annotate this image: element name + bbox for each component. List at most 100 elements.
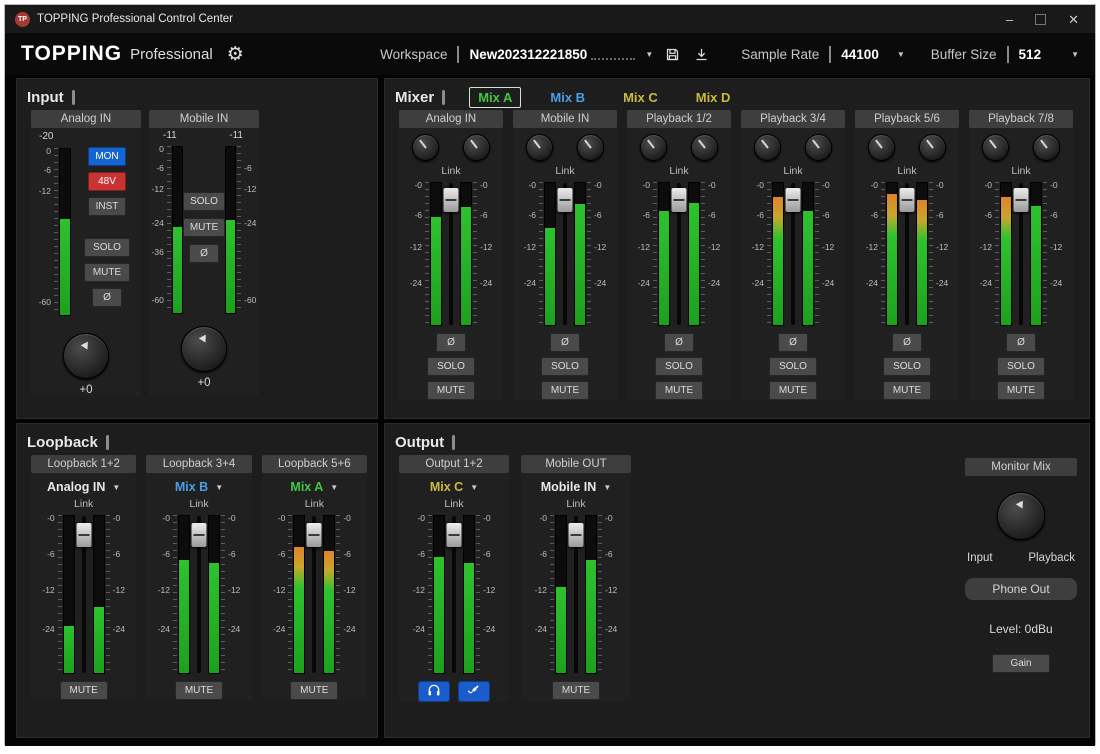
mute-button[interactable]: MUTE [541, 381, 589, 400]
send-knob-right[interactable] [805, 134, 832, 161]
mute-button[interactable]: MUTE [60, 681, 108, 700]
inst-button[interactable]: INST [88, 197, 126, 216]
source-select[interactable]: Analog IN▼ [31, 480, 136, 494]
mute-button[interactable]: MUTE [427, 381, 475, 400]
mute-button[interactable]: MUTE [883, 381, 931, 400]
phase-button[interactable]: Ø [92, 288, 122, 307]
meter-ticks [653, 182, 657, 326]
channel-fader[interactable] [443, 180, 459, 328]
tab-mix-d[interactable]: Mix D [687, 87, 740, 108]
line-out-button[interactable] [458, 681, 490, 702]
monitor-input-label: Input [967, 552, 993, 564]
scale-label: -12 [638, 242, 650, 252]
send-knob-left[interactable] [868, 134, 895, 161]
mon-button[interactable]: MON [88, 147, 126, 166]
fader-handle[interactable] [569, 523, 584, 547]
channel-fader[interactable] [568, 513, 584, 676]
source-select[interactable]: Mix C▼ [399, 480, 509, 494]
solo-button[interactable]: SOLO [541, 357, 589, 376]
solo-button[interactable]: SOLO [427, 357, 475, 376]
chevron-down-icon[interactable]: ▼ [897, 50, 905, 59]
fader-handle[interactable] [447, 523, 462, 547]
sample-rate-value[interactable]: 44100 [841, 47, 879, 62]
send-knob-left[interactable] [640, 134, 667, 161]
channel-fader[interactable] [899, 180, 915, 328]
phase-button[interactable]: Ø [892, 333, 922, 352]
mute-button[interactable]: MUTE [655, 381, 703, 400]
solo-button[interactable]: SOLO [997, 357, 1045, 376]
channel-fader[interactable] [76, 513, 92, 676]
channel-fader[interactable] [1013, 180, 1029, 328]
input-strips: Analog IN-200-6-12-60MON48VINSTSOLOMUTEØ… [27, 110, 367, 396]
source-select[interactable]: Mobile IN▼ [521, 480, 631, 494]
mute-button[interactable]: MUTE [290, 681, 338, 700]
monitor-mix-knob[interactable] [997, 492, 1045, 540]
send-knob-right[interactable] [691, 134, 718, 161]
solo-button[interactable]: SOLO [655, 357, 703, 376]
phase-button[interactable]: Ø [550, 333, 580, 352]
phase-button[interactable]: Ø [189, 244, 219, 263]
solo-button[interactable]: SOLO [84, 238, 130, 257]
solo-button[interactable]: SOLO [883, 357, 931, 376]
phase-button[interactable]: Ø [778, 333, 808, 352]
mute-button[interactable]: MUTE [183, 218, 225, 237]
send-knob-left[interactable] [526, 134, 553, 161]
fader-handle[interactable] [672, 188, 687, 212]
send-knob-right[interactable] [463, 134, 490, 161]
workspace-value[interactable]: New202312221850 [469, 47, 587, 62]
tab-mix-c[interactable]: Mix C [614, 87, 667, 108]
loopback-strips: Loopback 1+2Analog IN▼Link-0-6-12-24-0-6… [27, 455, 367, 700]
channel-fader[interactable] [557, 180, 573, 328]
gear-icon[interactable]: ⚙ [227, 43, 244, 65]
phase-button[interactable]: Ø [436, 333, 466, 352]
48v-button[interactable]: 48V [88, 172, 126, 191]
send-knob-left[interactable] [754, 134, 781, 161]
close-button[interactable]: ✕ [1068, 13, 1079, 26]
fader-handle[interactable] [76, 523, 91, 547]
maximize-button[interactable] [1035, 14, 1046, 25]
mute-button[interactable]: MUTE [175, 681, 223, 700]
phase-button[interactable]: Ø [1006, 333, 1036, 352]
source-select[interactable]: Mix B▼ [146, 480, 251, 494]
gain-button[interactable]: Gain [992, 654, 1050, 673]
chevron-down-icon[interactable]: ▼ [1071, 50, 1079, 59]
fader-handle[interactable] [1014, 188, 1029, 212]
fader-handle[interactable] [191, 523, 206, 547]
scale-label: -0 [594, 180, 602, 190]
fader-handle[interactable] [786, 188, 801, 212]
send-knob-left[interactable] [412, 134, 439, 161]
mute-button[interactable]: MUTE [84, 263, 130, 282]
tab-mix-b[interactable]: Mix B [541, 87, 594, 108]
fader-handle[interactable] [307, 523, 322, 547]
send-knob-right[interactable] [919, 134, 946, 161]
scale-label: 0 [46, 146, 51, 156]
mute-button[interactable]: MUTE [552, 681, 600, 700]
source-select[interactable]: Mix A▼ [262, 480, 367, 494]
channel-fader[interactable] [306, 513, 322, 676]
input-gain-knob[interactable] [63, 333, 109, 379]
channel-fader[interactable] [191, 513, 207, 676]
solo-button[interactable]: SOLO [183, 192, 225, 211]
send-knob-left[interactable] [982, 134, 1009, 161]
minimize-button[interactable]: – [1006, 13, 1013, 26]
chevron-down-icon[interactable]: ▼ [645, 50, 653, 59]
fader-handle[interactable] [444, 188, 459, 212]
channel-header: Mobile OUT [521, 455, 631, 473]
channel-fader[interactable] [446, 513, 462, 676]
buffer-size-value[interactable]: 512 [1019, 47, 1042, 62]
solo-button[interactable]: SOLO [769, 357, 817, 376]
channel-fader[interactable] [671, 180, 687, 328]
send-knob-right[interactable] [1033, 134, 1060, 161]
input-gain-knob[interactable] [181, 326, 227, 372]
mute-button[interactable]: MUTE [997, 381, 1045, 400]
phase-button[interactable]: Ø [664, 333, 694, 352]
tab-mix-a[interactable]: Mix A [469, 87, 521, 108]
fader-handle[interactable] [900, 188, 915, 212]
save-workspace-button[interactable] [663, 45, 682, 64]
mute-button[interactable]: MUTE [769, 381, 817, 400]
fader-handle[interactable] [558, 188, 573, 212]
channel-fader[interactable] [785, 180, 801, 328]
export-workspace-button[interactable] [692, 45, 711, 64]
headphones-button[interactable] [418, 681, 450, 702]
send-knob-right[interactable] [577, 134, 604, 161]
